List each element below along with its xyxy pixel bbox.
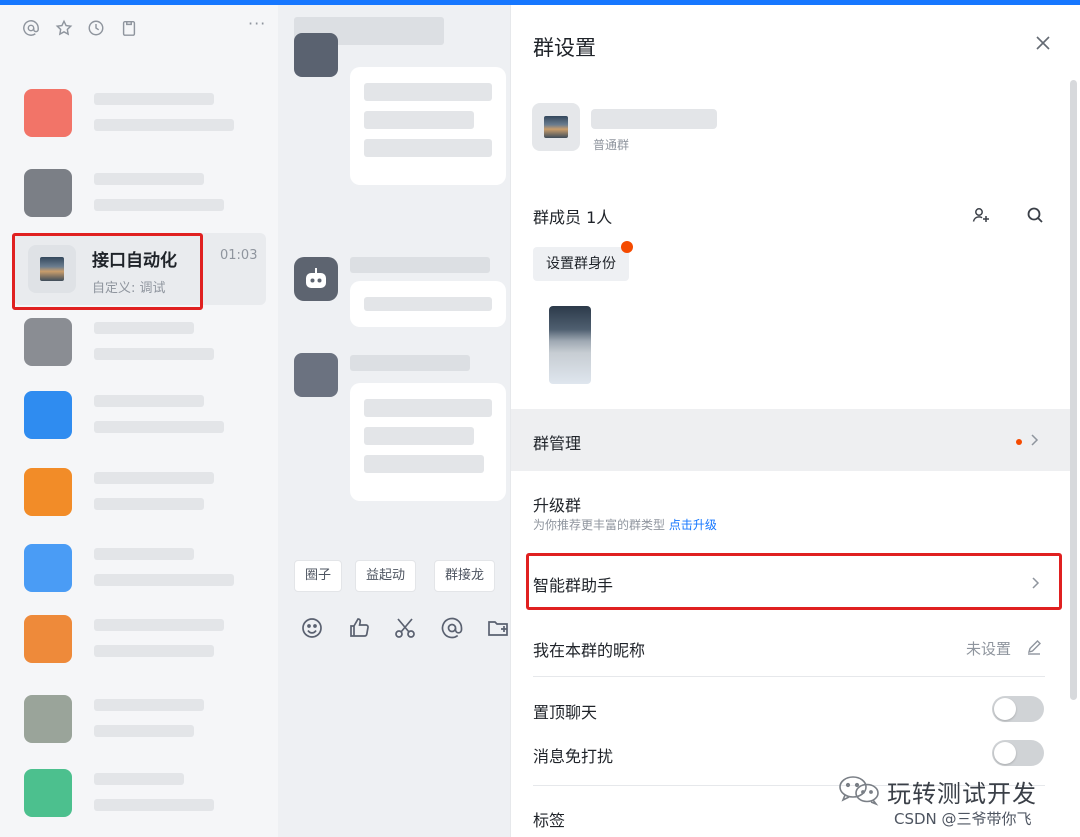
group-manage-label: 群管理 <box>533 434 582 453</box>
message-bubble <box>350 67 506 185</box>
upgrade-group-label: 升级群 <box>533 496 582 515</box>
avatar <box>24 89 72 137</box>
more-icon[interactable]: ··· <box>248 15 266 33</box>
star-icon[interactable] <box>55 19 73 37</box>
mute-label: 消息免打扰 <box>533 747 614 766</box>
member-avatar[interactable] <box>549 306 591 384</box>
mention-icon[interactable] <box>440 616 464 640</box>
avatar <box>294 353 338 397</box>
group-name <box>591 109 717 129</box>
chat-message-area: 圈子 益起动 群接龙 <box>278 5 510 837</box>
avatar <box>294 33 338 77</box>
nickname-value[interactable]: 未设置 <box>966 638 1011 659</box>
list-item[interactable] <box>14 689 266 751</box>
list-item[interactable] <box>14 385 266 447</box>
notification-dot <box>1016 439 1022 445</box>
nickname-label: 我在本群的昵称 <box>533 641 646 660</box>
avatar <box>24 468 72 516</box>
list-item[interactable] <box>14 538 266 600</box>
chevron-right-icon <box>1028 433 1040 447</box>
emoji-icon[interactable] <box>300 616 324 640</box>
divider <box>533 676 1045 677</box>
tag-label[interactable]: 标签 <box>533 807 565 831</box>
mute-toggle[interactable] <box>992 740 1044 766</box>
list-item[interactable] <box>14 763 266 825</box>
avatar <box>24 318 72 366</box>
watermark-credit: CSDN @三爷带你飞 <box>894 810 1032 828</box>
group-avatar-image <box>544 116 568 138</box>
highlight-box <box>12 233 203 310</box>
thumbs-up-icon[interactable] <box>347 616 371 640</box>
list-item[interactable] <box>14 609 266 671</box>
folder-add-icon[interactable] <box>486 616 510 640</box>
avatar <box>24 391 72 439</box>
upgrade-group-desc: 为你推荐更丰富的群类型 点击升级 <box>533 518 717 532</box>
avatar <box>24 695 72 743</box>
set-role-button[interactable]: 设置群身份 <box>533 247 629 281</box>
upgrade-link[interactable]: 点击升级 <box>669 518 717 532</box>
wechat-icon <box>836 774 882 806</box>
chat-list-toolbar: ··· <box>0 5 278 45</box>
clipboard-icon[interactable] <box>120 19 138 37</box>
group-settings-panel: 群设置 普通群 群成员 1人 设置群身份 群管理 升级群 为你推荐更丰富的群类型… <box>510 5 1071 837</box>
message-bubble <box>350 281 506 327</box>
watermark-channel-name: 玩转测试开发 <box>887 780 1037 808</box>
panel-title: 群设置 <box>533 36 596 60</box>
close-icon[interactable] <box>1033 33 1053 53</box>
bot-avatar <box>294 257 338 301</box>
avatar <box>24 169 72 217</box>
avatar <box>24 544 72 592</box>
quick-action-button[interactable]: 圈子 <box>294 560 343 592</box>
chat-list-panel: ··· 接口自动化 自定义: 调试 01:03 <box>0 5 278 837</box>
add-member-icon[interactable] <box>971 205 991 225</box>
message-bubble <box>350 383 506 501</box>
highlight-box <box>526 553 1062 610</box>
avatar <box>24 769 72 817</box>
search-icon[interactable] <box>1025 205 1043 223</box>
group-manage-row[interactable]: 群管理 <box>511 409 1071 471</box>
pin-chat-toggle[interactable] <box>992 696 1044 722</box>
notification-dot <box>621 241 633 253</box>
group-type: 普通群 <box>593 138 630 152</box>
list-item[interactable] <box>14 163 266 225</box>
list-item[interactable] <box>14 462 266 524</box>
list-item[interactable] <box>14 83 266 145</box>
edit-icon[interactable] <box>1026 639 1042 655</box>
scissors-icon[interactable] <box>393 616 417 640</box>
quick-action-button[interactable]: 益起动 <box>355 560 417 592</box>
members-label: 群成员 1人 <box>533 208 613 227</box>
history-icon[interactable] <box>87 19 105 37</box>
avatar <box>24 615 72 663</box>
chat-time: 01:03 <box>220 248 258 263</box>
list-item[interactable] <box>14 312 266 374</box>
mention-icon[interactable] <box>22 19 40 37</box>
scrollbar[interactable] <box>1070 80 1077 700</box>
pin-chat-label: 置顶聊天 <box>533 703 598 722</box>
quick-action-button[interactable]: 群接龙 <box>434 560 496 592</box>
